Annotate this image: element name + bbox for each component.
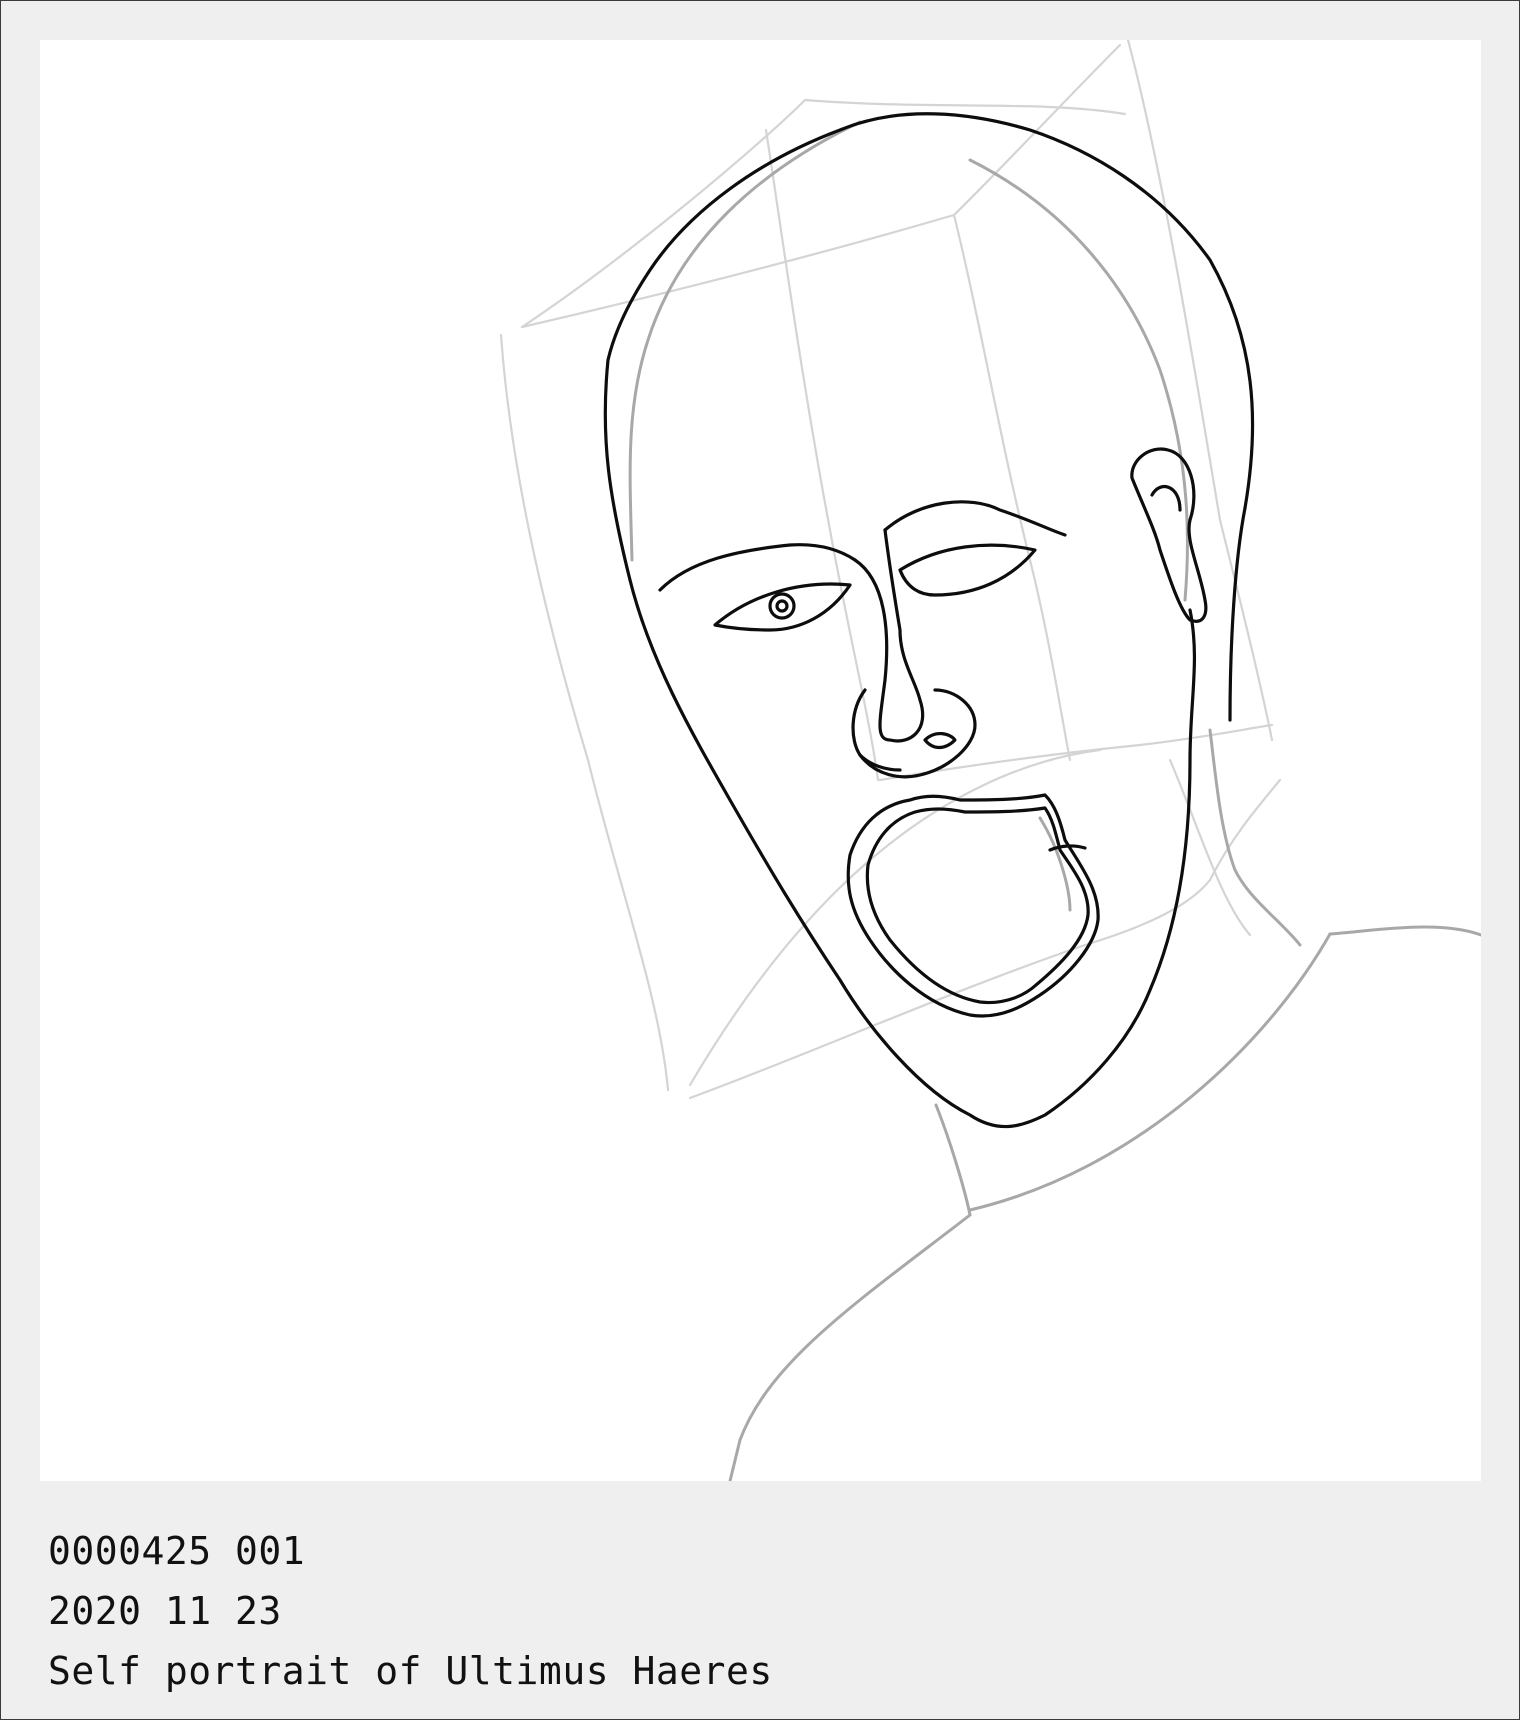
portrait-sketch — [499, 40, 1481, 1481]
caption-block: 0000425 001 2020 11 23 Self portrait of … — [48, 1521, 773, 1701]
face-ink — [603, 112, 1255, 1129]
date-text: 2020 11 23 — [48, 1589, 282, 1633]
body-lines — [628, 120, 1481, 1481]
eye-left — [713, 582, 852, 632]
head-outline — [603, 112, 1255, 1129]
pupil-left — [768, 592, 796, 620]
title-text: Self portrait of Ultimus Haeres — [48, 1649, 773, 1693]
drawing-canvas — [40, 40, 1481, 1481]
catalog-number: 0000425 001 — [48, 1529, 306, 1573]
ear — [1130, 447, 1208, 623]
mouth-inner — [865, 806, 1090, 1005]
eye-right — [898, 543, 1037, 597]
picture-frame: 0000425 001 2020 11 23 Self portrait of … — [0, 0, 1520, 1720]
mouth-outer — [846, 793, 1100, 1018]
eyebrow-right — [883, 500, 1067, 537]
